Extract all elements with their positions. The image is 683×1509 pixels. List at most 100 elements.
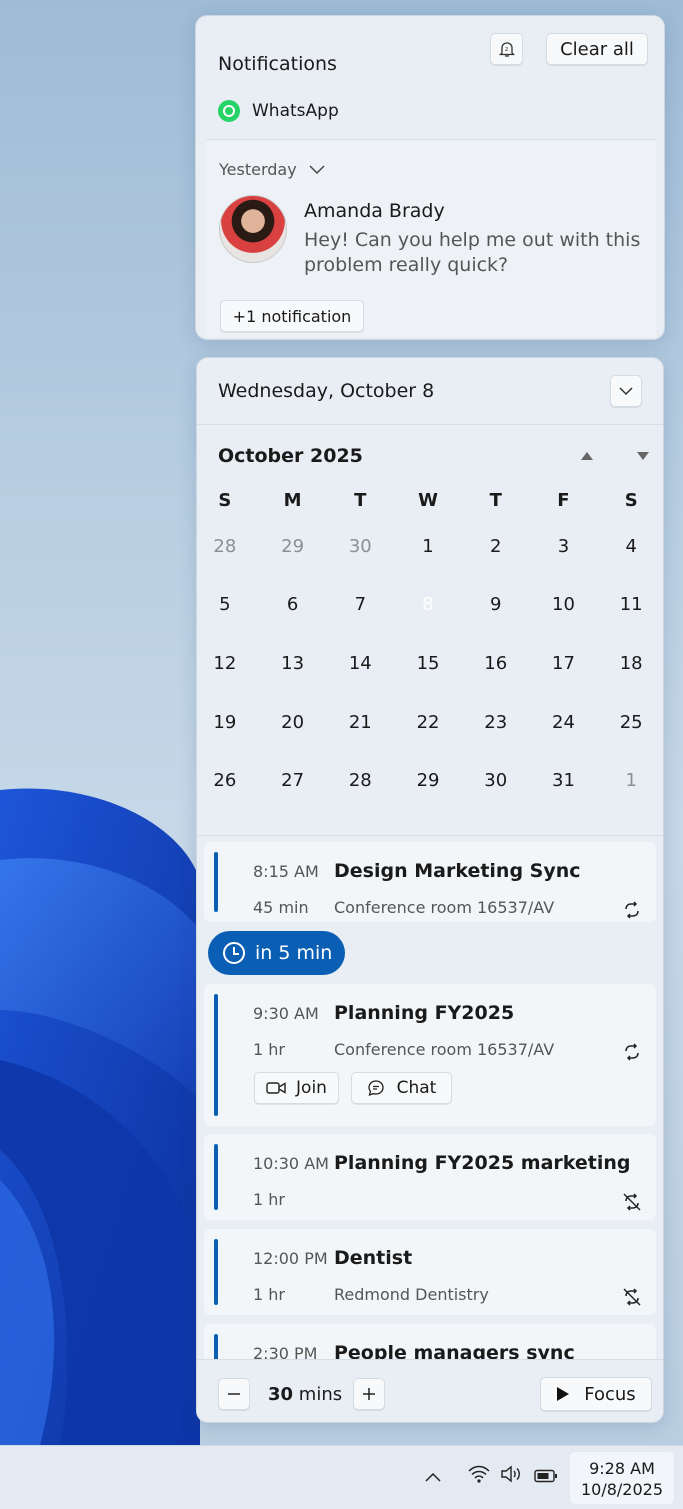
calendar-grid: S M T W T F S 28 29 30 1 2 3 4 5 6 7 8 9… bbox=[197, 483, 663, 810]
calendar-day[interactable]: 3 bbox=[530, 536, 598, 557]
event-duration: 45 min bbox=[253, 898, 309, 917]
next-month-button[interactable] bbox=[636, 450, 650, 465]
recurring-off-icon bbox=[623, 1193, 641, 1211]
calendar-day[interactable]: 6 bbox=[259, 594, 327, 615]
do-not-disturb-button[interactable]: z bbox=[490, 33, 523, 65]
show-hidden-icons-button[interactable] bbox=[425, 1466, 441, 1487]
event-time: 10:30 AM bbox=[253, 1154, 329, 1173]
more-notifications-button[interactable]: +1 notification bbox=[220, 300, 364, 332]
weekday-label: S bbox=[624, 489, 638, 511]
group-toggle[interactable]: Yesterday bbox=[219, 160, 325, 179]
calendar-day[interactable]: 26 bbox=[197, 770, 259, 791]
notifications-panel: Notifications z Clear all WhatsApp Yeste… bbox=[195, 15, 665, 340]
calendar-day[interactable]: 15 bbox=[394, 653, 462, 674]
calendar-day[interactable]: 22 bbox=[394, 712, 462, 733]
focus-duration: 30 mins bbox=[268, 1384, 342, 1405]
calendar-day[interactable]: 7 bbox=[326, 594, 394, 615]
calendar-day[interactable]: 9 bbox=[462, 594, 530, 615]
recurring-icon bbox=[625, 1043, 639, 1061]
calendar-day[interactable]: 29 bbox=[394, 770, 462, 791]
calendar-week: 12 13 14 15 16 17 18 bbox=[197, 634, 663, 693]
agenda-list: 8:15 AM Design Marketing Sync 45 min Con… bbox=[197, 835, 663, 1359]
calendar-day[interactable]: 12 bbox=[197, 653, 259, 674]
calendar-day[interactable]: 11 bbox=[597, 594, 663, 615]
calendar-day-today[interactable]: 8 bbox=[394, 577, 462, 632]
calendar-day[interactable]: 16 bbox=[462, 653, 530, 674]
agenda-event[interactable]: 2:30 PM People managers sync bbox=[204, 1324, 656, 1359]
join-meeting-button[interactable]: Join bbox=[254, 1072, 339, 1104]
upcoming-label: in 5 min bbox=[255, 942, 333, 964]
calendar-day[interactable]: 18 bbox=[597, 653, 663, 674]
calendar-day[interactable]: 25 bbox=[597, 712, 663, 733]
calendar-week: 19 20 21 22 23 24 25 bbox=[197, 693, 663, 752]
taskbar-date: 10/8/2025 bbox=[580, 1480, 664, 1499]
clear-all-button[interactable]: Clear all bbox=[546, 33, 648, 65]
event-title: Planning FY2025 marketing bbox=[334, 1152, 631, 1174]
chevron-down-icon bbox=[309, 164, 325, 174]
calendar-day[interactable]: 28 bbox=[197, 536, 259, 557]
agenda-event[interactable]: 9:30 AM Planning FY2025 1 hr Conference … bbox=[204, 984, 656, 1126]
app-header-whatsapp: WhatsApp bbox=[218, 100, 339, 122]
event-title: People managers sync bbox=[334, 1342, 575, 1359]
calendar-day[interactable]: 28 bbox=[326, 770, 394, 791]
clock-icon bbox=[223, 942, 245, 964]
minus-icon bbox=[228, 1393, 240, 1395]
message-text: Hey! Can you help me out with this probl… bbox=[304, 229, 641, 276]
calendar-day[interactable]: 31 bbox=[530, 770, 598, 791]
calendar-day[interactable]: 2 bbox=[462, 536, 530, 557]
decrease-duration-button[interactable] bbox=[218, 1378, 250, 1410]
calendar-day[interactable]: 1 bbox=[597, 770, 663, 791]
calendar-day[interactable]: 30 bbox=[326, 536, 394, 557]
event-location: Conference room 16537/AV bbox=[334, 898, 555, 917]
upcoming-indicator: in 5 min bbox=[208, 931, 345, 975]
calendar-day[interactable]: 21 bbox=[326, 712, 394, 733]
notification-card[interactable]: Yesterday Amanda Brady Hey! Can you help… bbox=[206, 139, 656, 337]
start-focus-button[interactable]: Focus bbox=[540, 1377, 652, 1411]
calendar-day[interactable]: 17 bbox=[530, 653, 598, 674]
agenda-event[interactable]: 8:15 AM Design Marketing Sync 45 min Con… bbox=[204, 842, 656, 922]
triangle-down-icon bbox=[637, 452, 649, 460]
calendar-day[interactable]: 19 bbox=[197, 712, 259, 733]
calendar-day[interactable]: 4 bbox=[597, 536, 663, 557]
chat-button[interactable]: Chat bbox=[351, 1072, 452, 1104]
volume-button[interactable] bbox=[500, 1464, 524, 1489]
chat-label: Chat bbox=[396, 1078, 437, 1098]
weekday-label: F bbox=[557, 489, 570, 511]
battery-button[interactable] bbox=[534, 1467, 558, 1488]
calendar-day[interactable]: 5 bbox=[197, 594, 259, 615]
calendar-week: 5 6 7 8 9 10 11 bbox=[197, 576, 663, 635]
agenda-event[interactable]: 10:30 AM Planning FY2025 marketing 1 hr bbox=[204, 1134, 656, 1220]
collapse-calendar-button[interactable] bbox=[610, 375, 642, 407]
weekday-label: S bbox=[218, 489, 232, 511]
clock-button[interactable]: 9:28 AM 10/8/2025 bbox=[570, 1452, 674, 1504]
month-title: October 2025 bbox=[218, 445, 363, 467]
svg-text:z: z bbox=[505, 46, 508, 53]
focus-label: Focus bbox=[584, 1383, 636, 1405]
calendar-day[interactable]: 29 bbox=[259, 536, 327, 557]
calendar-day[interactable]: 14 bbox=[326, 653, 394, 674]
date-title: Wednesday, October 8 bbox=[218, 380, 435, 402]
event-title: Dentist bbox=[334, 1247, 413, 1269]
calendar-day[interactable]: 27 bbox=[259, 770, 327, 791]
chevron-down-icon bbox=[619, 386, 633, 395]
calendar-day[interactable]: 24 bbox=[530, 712, 598, 733]
calendar-day[interactable]: 30 bbox=[462, 770, 530, 791]
triangle-up-icon bbox=[581, 452, 593, 460]
calendar-day[interactable]: 1 bbox=[394, 536, 462, 557]
wifi-button[interactable] bbox=[467, 1464, 491, 1489]
wifi-icon bbox=[468, 1465, 490, 1483]
previous-month-button[interactable] bbox=[580, 450, 594, 465]
calendar-day[interactable]: 10 bbox=[530, 594, 598, 615]
event-location: Redmond Dentistry bbox=[334, 1285, 489, 1304]
weekday-header: S M T W T F S bbox=[197, 483, 663, 517]
video-camera-icon bbox=[266, 1082, 286, 1094]
chat-bubble-icon bbox=[367, 1080, 384, 1097]
increase-duration-button[interactable] bbox=[353, 1378, 385, 1410]
calendar-day[interactable]: 23 bbox=[462, 712, 530, 733]
duration-value: 30 bbox=[268, 1384, 294, 1405]
event-time: 12:00 PM bbox=[253, 1249, 328, 1268]
weekday-label: W bbox=[418, 489, 438, 511]
calendar-day[interactable]: 13 bbox=[259, 653, 327, 674]
agenda-event[interactable]: 12:00 PM Dentist 1 hr Redmond Dentistry bbox=[204, 1229, 656, 1315]
calendar-day[interactable]: 20 bbox=[259, 712, 327, 733]
